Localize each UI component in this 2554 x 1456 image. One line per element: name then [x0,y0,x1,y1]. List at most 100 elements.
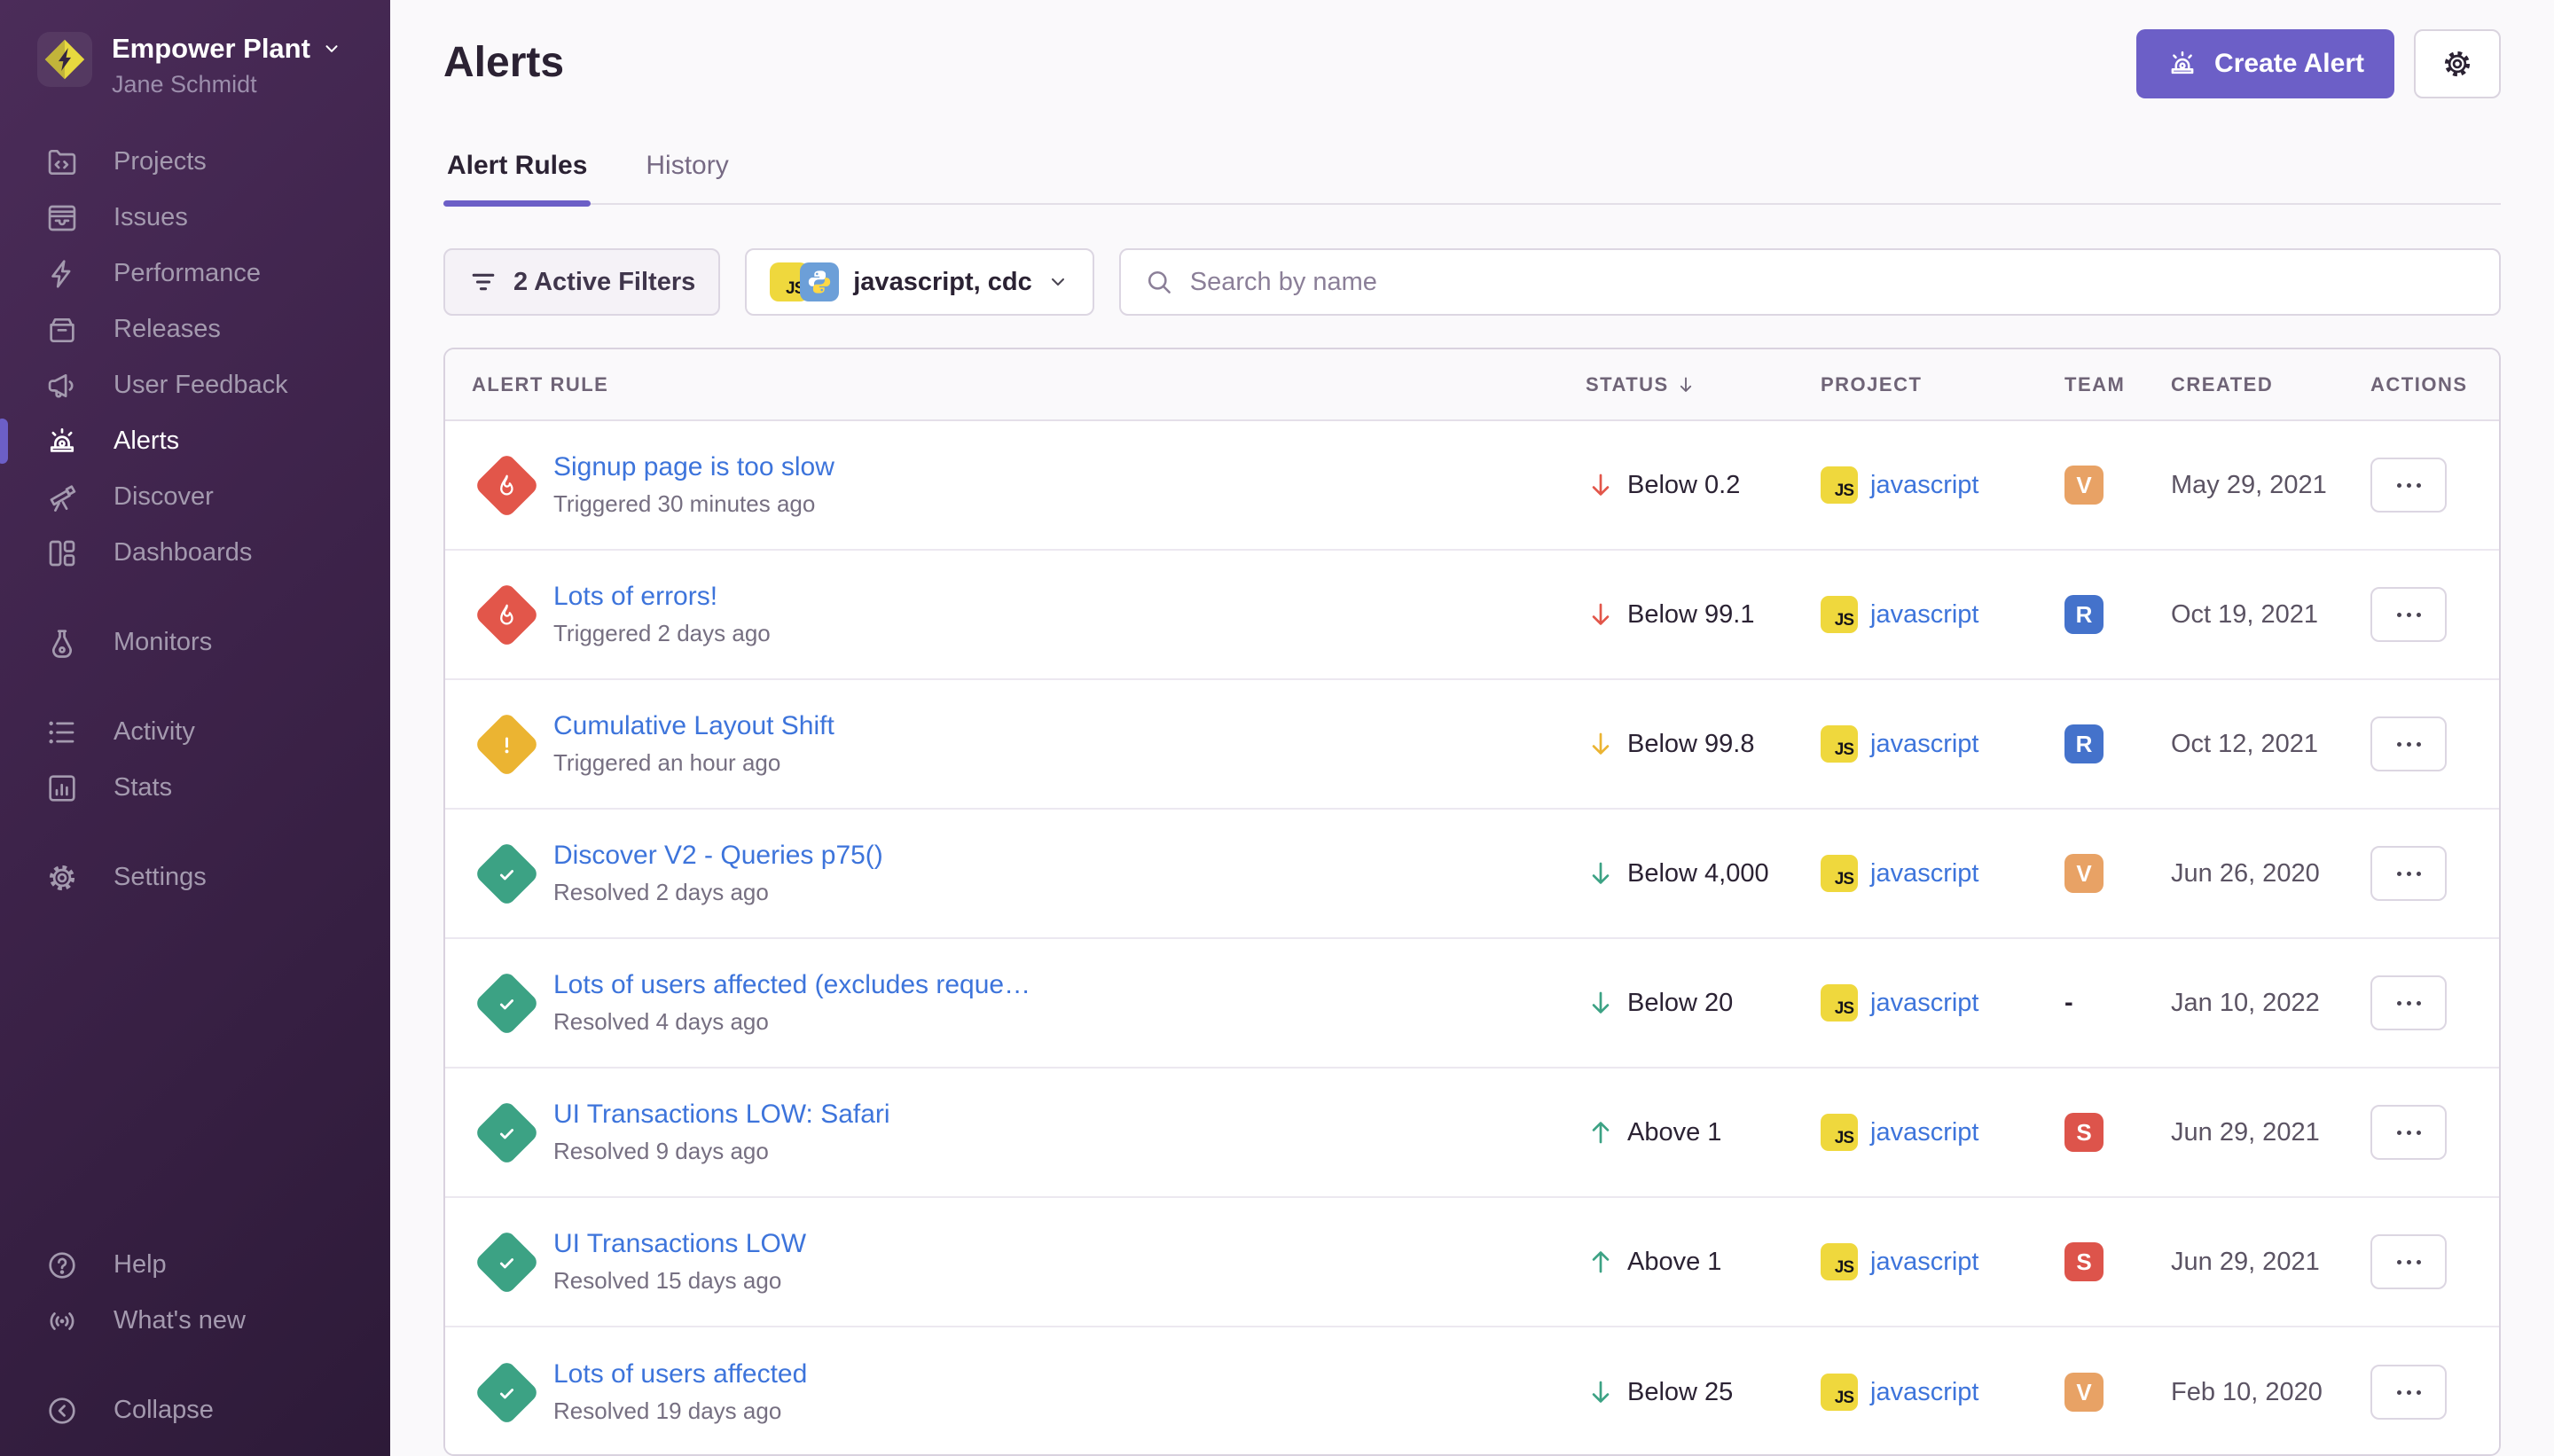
team-badge: S [2064,1113,2104,1152]
table-header-row: Alert RuleStatusProjectTeamCreatedAction… [445,349,2499,421]
alert-rule-text: UI Transactions LOWResolved 15 days ago [553,1229,806,1295]
sidebar-nav-group: Settings [0,849,390,905]
diamond-resolved [474,1359,540,1426]
project-link[interactable]: javascript [1870,989,1979,1018]
project-cell: JSjavascript [1821,596,2064,633]
sidebar-item-releases[interactable]: Releases [0,301,390,357]
column-label: Status [1586,373,1669,396]
tab-history[interactable]: History [642,150,732,203]
row-actions-button[interactable] [2370,716,2447,771]
alert-rule-row: Lots of errors!Triggered 2 days agoBelow… [445,551,2499,680]
sidebar-item-activity[interactable]: Activity [0,704,390,760]
javascript-platform-icon: JS [1821,855,1858,892]
alert-rule-link[interactable]: Signup page is too slow [553,452,834,482]
row-actions-button[interactable] [2370,1105,2447,1160]
column-label: Project [1821,373,1922,396]
sidebar-item-performance[interactable]: Performance [0,246,390,301]
row-actions-button[interactable] [2370,975,2447,1030]
sidebar-item-discover[interactable]: Discover [0,469,390,525]
trend-down-icon [1586,470,1616,500]
actions-cell [2370,587,2472,642]
alert-settings-button[interactable] [2414,29,2501,98]
project-link[interactable]: javascript [1870,471,1979,500]
alert-rule-link[interactable]: UI Transactions LOW: Safari [553,1100,890,1130]
org-switcher[interactable]: Empower Plant Jane Schmidt [0,0,390,98]
filter-icon [468,267,498,297]
diamond-resolved [474,1100,540,1166]
row-actions-button[interactable] [2370,846,2447,901]
create-alert-button[interactable]: Create Alert [2136,29,2394,98]
alert-rule-row: Lots of users affected (excludes reque…R… [445,939,2499,1069]
alert-rule-link[interactable]: Lots of users affected [553,1359,807,1389]
resolved-status-icon [472,1098,541,1167]
project-link[interactable]: javascript [1870,600,1979,630]
row-actions-button[interactable] [2370,458,2447,513]
sidebar-item-monitors[interactable]: Monitors [0,614,390,670]
filter-row: 2 Active Filters JS javascript, cdc [443,248,2501,316]
stats-icon [44,771,80,806]
search-box[interactable] [1119,248,2501,316]
sidebar-item-settings[interactable]: Settings [0,849,390,905]
status-value: Above 1 [1627,1248,1721,1277]
diamond-warning [474,711,540,778]
trend-down-icon [1586,858,1616,888]
sidebar-item-what-s-new[interactable]: What's new [0,1293,390,1349]
row-actions-button[interactable] [2370,587,2447,642]
alert-rule-link[interactable]: Discover V2 - Queries p75() [553,841,883,871]
team-none: - [2064,989,2073,1017]
alert-rule-text: Lots of errors!Triggered 2 days ago [553,582,771,647]
sidebar-nav: ProjectsIssuesPerformanceReleasesUser Fe… [0,134,390,939]
project-cell: JSjavascript [1821,984,2064,1022]
alert-rule-link[interactable]: Lots of errors! [553,582,771,612]
sidebar-item-user-feedback[interactable]: User Feedback [0,357,390,413]
search-input[interactable] [1190,268,2476,297]
created-cell: Jun 26, 2020 [2171,859,2370,888]
column-header-status[interactable]: Status [1586,373,1821,396]
performance-icon [44,256,80,292]
trend-down-icon [1586,729,1616,759]
javascript-platform-icon: JS [1821,466,1858,504]
alert-rule-link[interactable]: UI Transactions LOW [553,1229,806,1259]
diamond-resolved [474,970,540,1037]
projects-icon [44,145,80,180]
sidebar-item-stats[interactable]: Stats [0,760,390,816]
releases-icon [44,312,80,348]
sidebar-nav-group: Activity Stats [0,704,390,816]
siren-icon [2166,48,2198,80]
alert-rule-cell: Lots of users affectedResolved 19 days a… [472,1358,1586,1427]
sidebar-item-help[interactable]: Help [0,1237,390,1293]
project-link[interactable]: javascript [1870,1378,1979,1407]
sidebar-item-alerts[interactable]: Alerts [0,413,390,469]
project-link[interactable]: javascript [1870,1118,1979,1147]
search-icon [1144,267,1174,297]
sidebar-item-label: Monitors [114,628,212,657]
row-actions-button[interactable] [2370,1234,2447,1289]
actions-cell [2370,1365,2472,1420]
tab-alert-rules[interactable]: Alert Rules [443,150,591,203]
project-link[interactable]: javascript [1870,859,1979,888]
sidebar-item-issues[interactable]: Issues [0,190,390,246]
project-link[interactable]: javascript [1870,730,1979,759]
active-filters-button[interactable]: 2 Active Filters [443,248,720,316]
status-value: Below 99.8 [1627,730,1755,759]
sidebar-item-label: Stats [114,773,172,802]
project-filter-dropdown[interactable]: JS javascript, cdc [745,248,1094,316]
alert-rule-link[interactable]: Cumulative Layout Shift [553,711,834,741]
row-actions-button[interactable] [2370,1365,2447,1420]
sidebar-item-dashboards[interactable]: Dashboards [0,525,390,581]
alert-rule-cell: Discover V2 - Queries p75()Resolved 2 da… [472,839,1586,908]
alerts-siren-icon [44,424,80,459]
alert-rule-link[interactable]: Lots of users affected (excludes reque… [553,970,1030,1000]
sidebar-item-collapse[interactable]: Collapse [0,1382,390,1438]
sidebar-nav-group: Monitors [0,614,390,670]
critical-status-icon [472,580,541,649]
project-link[interactable]: javascript [1870,1248,1979,1277]
team-badge: V [2064,854,2104,893]
diamond-critical [474,452,540,519]
team-badge: R [2064,724,2104,763]
dashboards-icon [44,536,80,571]
team-badge: V [2064,1373,2104,1412]
sidebar-item-projects[interactable]: Projects [0,134,390,190]
team-cell: S [2064,1242,2171,1281]
discover-icon [44,480,80,515]
